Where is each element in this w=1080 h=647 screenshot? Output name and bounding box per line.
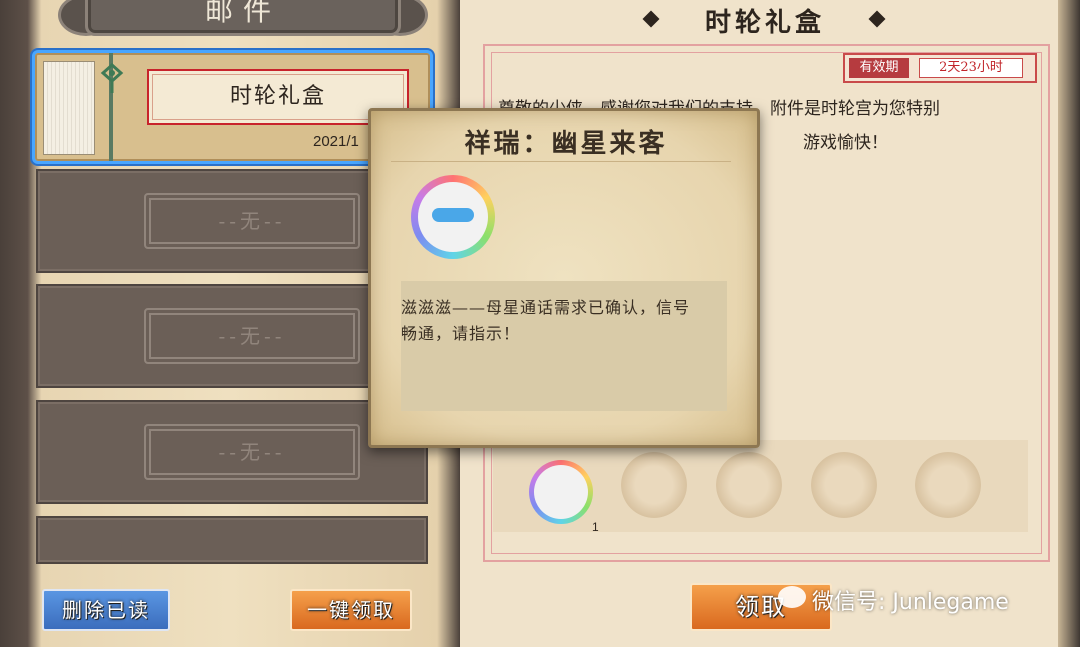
alien-cat-avatar-icon[interactable] [529,460,593,524]
mail-item-empty-partial[interactable] [36,516,428,564]
validity-label: 有效期 [849,58,909,78]
empty-label: --无-- [144,193,360,249]
divider [391,161,731,162]
mail-date: 2021/1 [313,133,359,150]
item-tooltip-popup: 祥瑞：幽星来客 滋滋滋——母星通话需求已确认，信号畅通，请指示！ [368,108,760,448]
delete-read-button[interactable]: 删除已读 [42,589,170,631]
watermark-text: 微信号: Junlegame [812,590,1009,615]
popup-description: 滋滋滋——母星通话需求已确认，信号畅通，请指示！ [401,298,691,343]
empty-slot-icon [915,452,981,518]
alien-cat-avatar-icon [411,175,495,259]
watermark: 微信号: Junlegame [778,584,1009,616]
letter-paper-icon [43,61,95,155]
mail-panel-title: 邮件 [85,0,401,36]
empty-label: --无-- [144,424,360,480]
popup-title: 祥瑞：幽星来客 [464,129,668,159]
panel-edge [1058,0,1080,647]
attachment-tray [493,440,1028,532]
attachment-count: 1 [592,520,599,534]
validity-badge: 有效期 2天23小时 [843,53,1037,83]
empty-slot-icon [811,452,877,518]
empty-slot-icon [716,452,782,518]
validity-value: 2天23小时 [919,58,1023,78]
empty-label: --无-- [144,308,360,364]
empty-slot-icon [621,452,687,518]
chinese-knot-icon [100,62,124,93]
detail-title: 时轮礼盒 [704,8,825,38]
claim-all-button[interactable]: 一键领取 [290,589,412,631]
wechat-icon [778,586,806,608]
